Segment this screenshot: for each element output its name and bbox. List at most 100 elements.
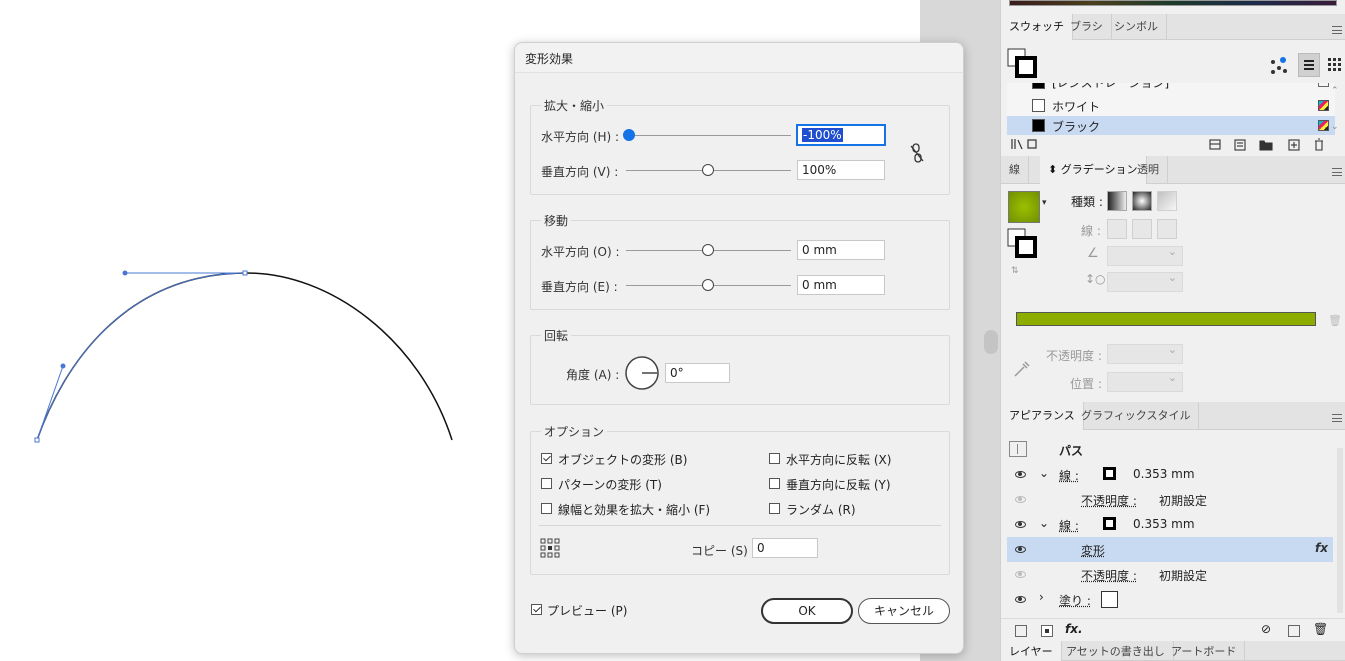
transform-patterns-checkbox[interactable]: [541, 478, 552, 489]
reference-point-icon[interactable]: [540, 538, 560, 558]
appearance-row-opacity[interactable]: 不透明度 : 初期設定: [1007, 562, 1333, 587]
scale-horizontal-slider[interactable]: [626, 135, 791, 136]
tab-symbols[interactable]: シンボル: [1106, 14, 1167, 40]
panel-menu-icon[interactable]: [1332, 26, 1342, 34]
tab-artboards[interactable]: アートボード: [1163, 641, 1246, 661]
visibility-eye-icon[interactable]: [1015, 546, 1026, 553]
delete-item-icon[interactable]: 🗑: [1313, 622, 1328, 636]
reverse-gradient-icon[interactable]: ⇅: [1011, 266, 1019, 276]
right-panel-dock: スウォッチ ブラシ シンボル [レジストレーション] ホワイト ブラック ⌃ ⌄…: [1000, 0, 1345, 661]
tab-brushes[interactable]: ブラシ: [1062, 14, 1112, 40]
swatch-row[interactable]: ホワイト: [1007, 96, 1335, 116]
delete-stop-icon[interactable]: 🗑: [1328, 314, 1342, 327]
reflect-y-checkbox[interactable]: [769, 478, 780, 489]
stroke-swatch[interactable]: [1103, 467, 1116, 480]
move-horizontal-slider-thumb[interactable]: [702, 244, 714, 256]
scale-strokes-checkbox[interactable]: [541, 503, 552, 514]
appearance-row-stroke[interactable]: ⌄ 線 : 0.353 mm: [1007, 512, 1333, 537]
stroke-gradient-icon[interactable]: [1107, 219, 1127, 239]
tab-stroke[interactable]: 線: [1001, 156, 1029, 184]
constrain-proportions-icon[interactable]: [909, 143, 925, 163]
stroke-swatch[interactable]: [1103, 517, 1116, 530]
cancel-button[interactable]: キャンセル: [858, 598, 950, 624]
direction-handle[interactable]: [60, 363, 66, 369]
swatch-row[interactable]: [レジストレーション]: [1007, 83, 1335, 90]
anchor-point[interactable]: [34, 437, 40, 443]
swatch-footer-icons[interactable]: [1209, 138, 1329, 152]
color-spectrum[interactable]: [1009, 0, 1337, 6]
copies-input[interactable]: 0: [752, 538, 818, 558]
appearance-scrollbar[interactable]: [1337, 448, 1343, 613]
angle-input[interactable]: 0°: [665, 363, 730, 383]
swatch-thumbnail-view-icon[interactable]: [1269, 56, 1289, 76]
tab-appearance[interactable]: アピアランス: [1001, 402, 1084, 430]
ok-button[interactable]: OK: [761, 598, 853, 624]
expand-chevron-icon[interactable]: ⌄: [1039, 516, 1049, 530]
linear-gradient-icon[interactable]: [1107, 191, 1127, 211]
expand-chevron-icon[interactable]: ⌄: [1039, 466, 1049, 480]
move-horizontal-input[interactable]: 0 mm: [797, 240, 885, 260]
gradient-aspect-dropdown[interactable]: [1107, 271, 1183, 292]
dialog-title-bar[interactable]: [515, 43, 963, 73]
gradient-slider-bar[interactable]: [1016, 312, 1316, 326]
add-new-fill-icon[interactable]: [1041, 625, 1053, 637]
scroll-up-icon[interactable]: ⌃: [1331, 86, 1339, 96]
appearance-row-opacity[interactable]: 不透明度 : 初期設定: [1007, 487, 1333, 512]
gradient-opacity-dropdown[interactable]: [1107, 343, 1183, 364]
tab-graphic-styles[interactable]: グラフィックスタイル: [1073, 402, 1200, 430]
preview-checkbox[interactable]: [531, 604, 542, 615]
add-new-effect-icon[interactable]: fx.: [1065, 622, 1083, 636]
scale-vertical-input[interactable]: 100%: [797, 160, 885, 180]
reflect-x-checkbox[interactable]: [769, 453, 780, 464]
rotate-group: 回転 角度 (A) : 0°: [530, 327, 950, 405]
direction-handle[interactable]: [122, 270, 128, 276]
scale-vertical-slider-thumb[interactable]: [702, 164, 714, 176]
gradient-angle-dropdown[interactable]: [1107, 245, 1183, 266]
tab-transparency[interactable]: 透明: [1129, 156, 1168, 184]
list-view-button[interactable]: [1298, 53, 1320, 77]
panel-menu-icon[interactable]: [1332, 168, 1342, 176]
appearance-row-transform-effect[interactable]: 変形 fx: [1007, 537, 1333, 562]
gradient-dropdown-icon[interactable]: ▾: [1042, 198, 1047, 208]
visibility-eye-icon[interactable]: [1015, 496, 1026, 503]
fill-stroke-icon[interactable]: [1007, 228, 1039, 260]
panel-resize-handle[interactable]: [984, 330, 998, 354]
move-vertical-input[interactable]: 0 mm: [797, 275, 885, 295]
scale-horizontal-input[interactable]: -100%: [797, 125, 885, 145]
scroll-down-icon[interactable]: ⌄: [1331, 122, 1339, 132]
swatch-row-selected[interactable]: ブラック: [1007, 116, 1335, 135]
eyedropper-icon[interactable]: [1013, 360, 1031, 378]
panel-menu-icon[interactable]: [1332, 414, 1342, 422]
clear-appearance-icon[interactable]: ⊘: [1261, 622, 1271, 636]
anchor-point[interactable]: [242, 270, 248, 276]
add-new-stroke-icon[interactable]: [1015, 625, 1027, 637]
freeform-gradient-icon[interactable]: [1157, 191, 1177, 211]
fill-stroke-icon[interactable]: [1007, 48, 1039, 80]
stroke-gradient-icon[interactable]: [1132, 219, 1152, 239]
stroke-gradient-icon[interactable]: [1157, 219, 1177, 239]
duplicate-item-icon[interactable]: [1288, 625, 1300, 637]
appearance-row-stroke[interactable]: ⌄ 線 : 0.353 mm: [1007, 462, 1333, 487]
appearance-title: パス: [1059, 444, 1084, 458]
angle-dial-icon[interactable]: [624, 355, 660, 391]
layers-tabbar: レイヤー アセットの書き出し アートボード: [1001, 641, 1345, 661]
fill-swatch[interactable]: [1101, 591, 1118, 608]
move-vertical-slider-thumb[interactable]: [702, 279, 714, 291]
tab-layers[interactable]: レイヤー: [1001, 641, 1062, 661]
visibility-eye-icon[interactable]: [1015, 471, 1026, 478]
expand-chevron-icon[interactable]: ›: [1039, 590, 1044, 604]
gradient-location-dropdown[interactable]: [1107, 371, 1183, 392]
scale-group-label: 拡大・縮小: [541, 97, 608, 114]
appearance-row-fill[interactable]: › 塗り :: [1007, 587, 1333, 612]
visibility-eye-icon[interactable]: [1015, 596, 1026, 603]
scale-horizontal-slider-thumb[interactable]: [623, 129, 635, 141]
visibility-eye-icon[interactable]: [1015, 521, 1026, 528]
radial-gradient-icon[interactable]: [1132, 191, 1152, 211]
visibility-eye-icon[interactable]: [1015, 571, 1026, 578]
grid-view-icon[interactable]: [1328, 58, 1342, 72]
random-checkbox[interactable]: [769, 503, 780, 514]
transform-objects-checkbox[interactable]: [541, 453, 552, 464]
gradient-swatch[interactable]: [1008, 191, 1040, 223]
tab-asset-export[interactable]: アセットの書き出し: [1058, 641, 1174, 661]
swatch-library-icon[interactable]: [1011, 138, 1039, 152]
